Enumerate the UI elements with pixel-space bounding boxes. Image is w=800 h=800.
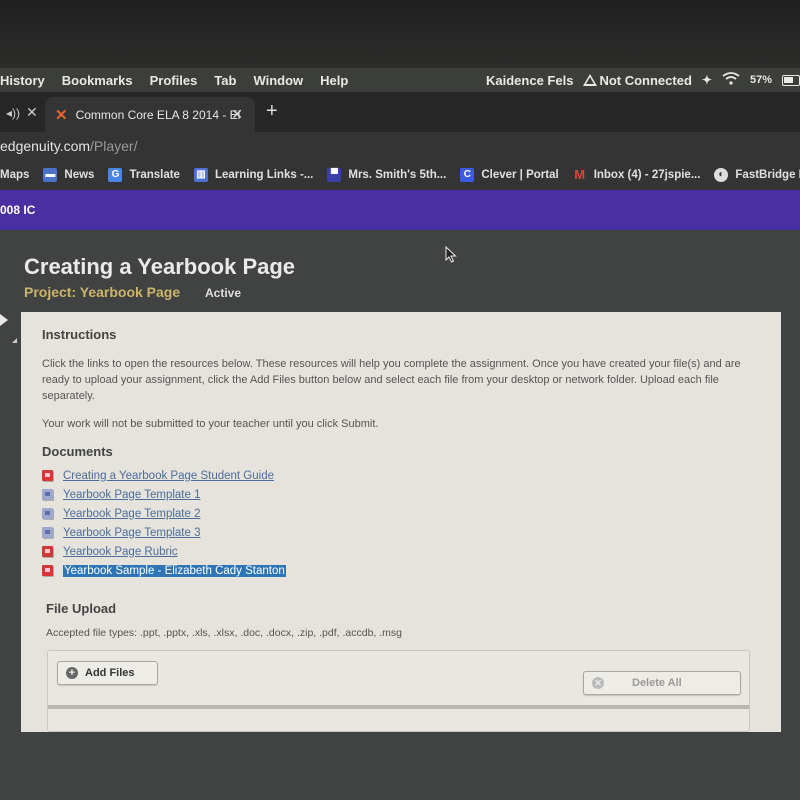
bookmark-label: Maps (0, 169, 30, 181)
bookmark-label: Translate (129, 169, 180, 181)
document-link[interactable]: Yearbook Page Template 3 (63, 527, 200, 539)
document-item[interactable]: Yearbook Sample - Elizabeth Cady Stanton (42, 561, 286, 580)
document-item[interactable]: Yearbook Page Rubric (42, 542, 286, 561)
page-title: Creating a Yearbook Page (24, 254, 296, 279)
file-upload-heading: File Upload (46, 601, 117, 616)
menu-help[interactable]: Help (320, 73, 348, 88)
network-status-label: Not Connected (599, 72, 692, 88)
wifi-icon[interactable] (722, 72, 740, 88)
bookmark-label: Learning Links -... (214, 169, 314, 181)
bookmark-label: Clever | Portal (481, 169, 559, 181)
add-files-button[interactable]: + Add Files (57, 661, 158, 685)
bookmark-fastbridge[interactable]: ◐ FastBridge Learni... (714, 168, 800, 182)
network-status[interactable]: Not Connected (583, 72, 692, 88)
document-item[interactable]: Creating a Yearbook Page Student Guide (42, 466, 286, 485)
gmail-icon: M (574, 167, 586, 182)
bookmark-label: Inbox (4) - 27jspie... (593, 169, 701, 181)
learning-links-icon: ▥ (193, 168, 208, 182)
bookmark-clever[interactable]: C Clever | Portal (460, 168, 559, 182)
bookmark-inbox[interactable]: M Inbox (4) - 27jspie... (573, 167, 701, 182)
new-tab-button[interactable]: + (266, 100, 278, 123)
bookmark-label: FastBridge Learni... (735, 169, 800, 181)
document-link[interactable]: Yearbook Page Template 2 (63, 508, 200, 520)
mac-menubar: History Bookmarks Profiles Tab Window He… (0, 68, 800, 92)
project-subtitle: Project: Yearbook Page (24, 284, 181, 300)
url-path: /Player/ (90, 138, 138, 154)
warning-triangle-icon (583, 74, 598, 86)
course-label: 008 IC (0, 203, 36, 217)
document-link[interactable]: Yearbook Page Rubric (63, 546, 178, 558)
mouse-cursor-icon (445, 246, 457, 263)
bookmark-mrs-smith[interactable]: ▀ Mrs. Smith's 5th... (327, 168, 446, 182)
bookmark-learning-links[interactable]: ▥ Learning Links -... (193, 168, 314, 182)
word-file-icon (42, 527, 53, 538)
menu-history[interactable]: History (0, 73, 45, 88)
battery-percent[interactable]: 57% (750, 74, 772, 86)
resize-corner-icon (12, 338, 17, 343)
edgenuity-favicon-icon: ✕ (55, 106, 68, 124)
pdf-file-icon (42, 470, 53, 481)
tab-strip: ◂)) ✕ ✕ Common Core ELA 8 2014 - El ✕ + (0, 92, 800, 132)
bookmark-translate[interactable]: G Translate (108, 168, 180, 182)
bookmarks-bar: Maps ▬ News G Translate ▥ Learning Links -.… (0, 160, 800, 190)
bluetooth-icon[interactable]: ✦ (702, 73, 712, 87)
add-files-label: Add Files (85, 667, 135, 679)
pdf-file-icon (42, 546, 53, 557)
menu-window[interactable]: Window (253, 73, 303, 88)
address-bar[interactable]: edgenuity.com/Player/ (0, 132, 800, 160)
screen-bezel (0, 0, 800, 68)
bookmark-maps[interactable]: Maps (0, 169, 29, 181)
accepted-file-types: Accepted file types: .ppt, .pptx, .xls, … (46, 627, 402, 639)
submit-note: Your work will not be submitted to your … (42, 418, 379, 430)
menu-tab[interactable]: Tab (214, 73, 236, 88)
word-file-icon (42, 489, 53, 500)
course-header-bar: 008 IC (0, 190, 800, 230)
main-content: Creating a Yearbook Page Project: Yearbo… (0, 230, 800, 800)
clever-icon: C (460, 168, 475, 182)
classroom-icon: ▀ (327, 168, 342, 182)
tab-title: Common Core ELA 8 2014 - El (75, 107, 241, 122)
news-icon: ▬ (43, 168, 58, 182)
sidebar-toggle-icon[interactable] (0, 314, 8, 326)
user-name[interactable]: Kaidence Fels (486, 73, 573, 88)
status-badge: Active (205, 286, 242, 300)
documents-list: Creating a Yearbook Page Student Guide Y… (42, 466, 286, 580)
battery-icon[interactable] (782, 74, 800, 86)
url-domain: edgenuity.com (0, 138, 91, 154)
document-item[interactable]: Yearbook Page Template 2 (42, 504, 286, 523)
instructions-heading: Instructions (42, 327, 117, 342)
menu-bookmarks[interactable]: Bookmarks (62, 73, 133, 88)
tab-active[interactable]: ✕ Common Core ELA 8 2014 - El ✕ (45, 97, 255, 132)
upload-area: + Add Files ✕ Delete All (47, 650, 750, 732)
close-prev-tab-icon[interactable]: ✕ (26, 104, 38, 121)
bookmark-label: Mrs. Smith's 5th... (348, 169, 447, 181)
globe-icon: ◐ (714, 168, 729, 182)
delete-all-label: Delete All (632, 677, 682, 689)
translate-icon: G (108, 168, 123, 182)
x-circle-icon: ✕ (592, 677, 604, 689)
delete-all-button[interactable]: ✕ Delete All (583, 671, 741, 695)
plus-circle-icon: + (66, 667, 78, 679)
instructions-text: Click the links to open the resources be… (42, 358, 741, 402)
assignment-panel: Instructions Click the links to open the… (21, 312, 781, 732)
document-link[interactable]: Yearbook Page Template 1 (63, 489, 200, 501)
documents-heading: Documents (42, 444, 113, 459)
menu-profiles[interactable]: Profiles (150, 73, 198, 88)
document-item[interactable]: Yearbook Page Template 3 (42, 523, 286, 542)
upload-list-divider (48, 705, 749, 709)
audio-icon[interactable]: ◂)) (6, 106, 20, 120)
tab-close-icon[interactable]: ✕ (231, 106, 243, 123)
document-item[interactable]: Yearbook Page Template 1 (42, 485, 286, 504)
word-file-icon (42, 508, 53, 519)
bookmark-label: News (64, 169, 95, 181)
pdf-file-icon (42, 565, 53, 576)
document-link[interactable]: Creating a Yearbook Page Student Guide (63, 470, 274, 482)
document-link-selected[interactable]: Yearbook Sample - Elizabeth Cady Stanton (63, 564, 286, 577)
bookmark-news[interactable]: ▬ News (43, 168, 94, 182)
